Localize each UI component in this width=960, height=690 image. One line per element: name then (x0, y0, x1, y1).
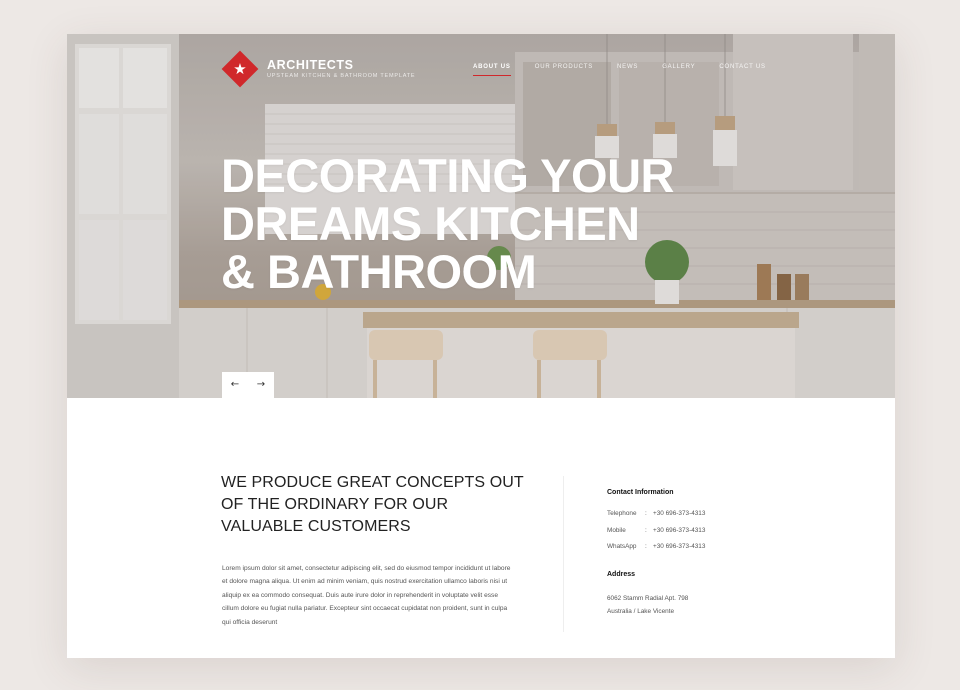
next-arrow-icon[interactable]: → (248, 372, 274, 398)
page-frame: ★ ARCHITECTS UPSTEAM KITCHEN & BATHROOM … (67, 34, 895, 658)
intro-body: Lorem ipsum dolor sit amet, consectetur … (222, 565, 511, 626)
star-icon: ★ (233, 60, 247, 78)
main-nav: ABOUT US OUR PRODUCTS NEWS GALLERY CONTA… (473, 64, 790, 76)
brand-tagline: UPSTEAM KITCHEN & BATHROOM TEMPLATE (267, 73, 416, 79)
contact-separator: : (645, 510, 647, 517)
nav-item-about-us[interactable]: ABOUT US (473, 64, 511, 76)
address-heading: Address (607, 570, 636, 578)
headline-line: DREAMS KITCHEN (221, 197, 640, 250)
slider-controls: ← → (222, 372, 274, 398)
nav-item-contact-us[interactable]: CONTACT US (719, 64, 765, 76)
contact-label: WhatsApp (607, 543, 637, 550)
brand-name[interactable]: ARCHITECTS (267, 58, 354, 72)
contact-heading: Contact Information (607, 489, 674, 496)
nav-item-our-products[interactable]: OUR PRODUCTS (535, 64, 593, 76)
contact-row: WhatsApp : +30 696-373-4313 (607, 543, 807, 560)
hero-banner: ★ ARCHITECTS UPSTEAM KITCHEN & BATHROOM … (67, 34, 895, 398)
nav-item-gallery[interactable]: GALLERY (662, 64, 695, 76)
contact-row: Telephone : +30 696-373-4313 (607, 510, 807, 527)
contact-separator: : (645, 543, 647, 550)
contact-value[interactable]: +30 696-373-4313 (653, 527, 705, 544)
divider (563, 476, 564, 632)
headline-line: & BATHROOM (221, 245, 537, 298)
prev-arrow-icon[interactable]: ← (222, 372, 248, 398)
contact-value[interactable]: +30 696-373-4313 (653, 543, 705, 560)
contact-value[interactable]: +30 696-373-4313 (653, 510, 705, 527)
contact-separator: : (645, 526, 647, 534)
about-section: WE PRODUCE GREAT CONCEPTS OUT OF THE ORD… (67, 398, 895, 658)
intro-title: WE PRODUCE GREAT CONCEPTS OUT OF THE ORD… (221, 474, 524, 535)
contact-panel: Contact Information Telephone : +30 696-… (607, 489, 807, 618)
address-line: Australia / Lake Vicente (607, 607, 675, 615)
address-line: 6062 Stamm Radial Apt. 798 (607, 594, 689, 602)
hero-headline: DECORATING YOUR DREAMS KITCHEN & BATHROO… (221, 152, 674, 296)
contact-label: Mobile (607, 526, 626, 534)
contact-label: Telephone (607, 510, 637, 517)
contact-row: Mobile : +30 696-373-4313 (607, 527, 807, 544)
headline-line: DECORATING YOUR (221, 149, 674, 202)
nav-item-news[interactable]: NEWS (617, 64, 638, 76)
